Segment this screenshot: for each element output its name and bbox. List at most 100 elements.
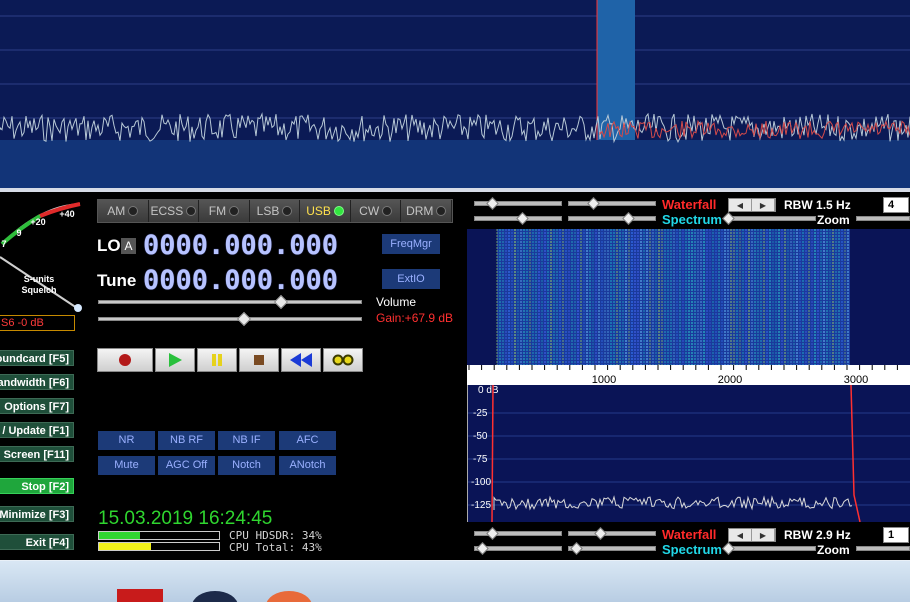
db-tick-50: -50 [473, 431, 488, 442]
stop-playback-button[interactable] [239, 348, 280, 372]
mode-cw-button[interactable]: CW [350, 200, 402, 222]
waterfall-graph [496, 229, 850, 365]
app-red-icon[interactable] [117, 589, 163, 602]
wf-slider-2[interactable] [568, 201, 656, 206]
notch-button[interactable]: Notch [218, 456, 275, 475]
wf-speed-arrows[interactable]: ◀ ▶ [728, 198, 776, 212]
db-tick-75: -75 [473, 454, 488, 465]
wf-number-box[interactable]: 4 [883, 197, 909, 213]
mode-label: USB [306, 204, 331, 218]
zoom-slider-knob[interactable] [722, 212, 735, 225]
exit-button[interactable]: Exit [F4] [0, 534, 74, 550]
waterfall-label: Waterfall [662, 527, 717, 542]
rbw-value: 1.5 Hz [816, 198, 851, 212]
frequency-axis[interactable]: 1000 2000 3000 [467, 365, 910, 386]
pause-button[interactable] [197, 348, 238, 372]
mode-fm-button[interactable]: FM [199, 200, 250, 222]
mode-drm-button[interactable]: DRM [401, 200, 453, 222]
tune-label: Tune [97, 271, 137, 290]
minimize-button[interactable]: Minimize [F3] [0, 506, 74, 522]
nb-if-button[interactable]: NB IF [218, 431, 275, 450]
freq-tick-3000: 3000 [844, 374, 868, 385]
mode-ecss-button[interactable]: ECSS [148, 200, 200, 222]
arrow-right-icon[interactable]: ▶ [752, 529, 775, 541]
rbw-caption: RBW [784, 528, 813, 542]
update-button[interactable]: / Update [F1] [0, 422, 74, 438]
lo-frequency[interactable]: 0000.000.000 [143, 230, 338, 261]
wf-slider-2-knob[interactable] [587, 197, 600, 210]
wf-slider-3-knob[interactable] [516, 212, 529, 225]
soundcard-button[interactable]: oundcard [F5] [0, 350, 74, 366]
mute-button[interactable]: Mute [98, 456, 155, 475]
volume-slider-knob[interactable] [273, 294, 289, 310]
stop-button[interactable]: Stop [F2] [0, 478, 74, 494]
sp-slider-4-knob[interactable] [570, 542, 583, 555]
nr-button[interactable]: NR [98, 431, 155, 450]
record-icon [119, 354, 132, 366]
anotch-button[interactable]: ANotch [279, 456, 336, 475]
led-icon [282, 206, 293, 216]
sp-slider-1-knob[interactable] [486, 527, 499, 540]
sp-zoom-slider[interactable] [728, 546, 816, 551]
led-icon [186, 206, 197, 216]
mode-usb-button[interactable]: USB [300, 200, 351, 222]
app-dark-circle-icon[interactable] [192, 591, 238, 602]
cpu-total-text: CPU Total: 43% [229, 541, 322, 554]
s-meter[interactable]: 7 9 +20 +40 S-units Squelch [0, 194, 92, 334]
freqmgr-button[interactable]: FreqMgr [382, 234, 440, 254]
sp-zoom-slider-2[interactable] [856, 546, 910, 551]
agc-button[interactable]: AGC Off [158, 456, 215, 475]
arrow-left-icon[interactable]: ◀ [729, 529, 752, 541]
meter-tick-40: +40 [59, 209, 75, 219]
mode-am-button[interactable]: AM [98, 200, 149, 222]
mode-label: ECSS [150, 204, 184, 218]
record-button[interactable] [97, 348, 154, 372]
options-button[interactable]: Options [F7] [0, 398, 74, 414]
loop-icon [332, 354, 354, 366]
top-separator [0, 188, 910, 192]
app-orange-circle-icon[interactable] [266, 591, 312, 602]
lo-label: LO [97, 236, 121, 255]
sp-speed-arrows[interactable]: ◀ ▶ [728, 528, 776, 542]
sp-slider-2-knob[interactable] [594, 527, 607, 540]
wf-slider-1-knob[interactable] [486, 197, 499, 210]
db-tick-25: -25 [473, 408, 488, 419]
freq-tick-1000: 1000 [592, 374, 616, 385]
extio-button[interactable]: ExtIO [382, 269, 440, 289]
mode-label: FM [208, 204, 227, 218]
waterfall-label: Waterfall [662, 197, 717, 212]
fullscreen-button[interactable]: Screen [F11] [0, 446, 74, 462]
mode-lsb-button[interactable]: LSB [249, 200, 301, 222]
db-tick-0: 0 dB [478, 385, 499, 396]
tune-frequency[interactable]: 0000.000.000 [143, 265, 338, 296]
lo-flag[interactable]: A [121, 238, 136, 254]
spectrum-controls: Waterfall Spectrum ◀ ▶ RBW 2.9 Hz Zoom 1 [472, 526, 910, 557]
wf-slider-4-knob[interactable] [622, 212, 635, 225]
sp-slider-3-knob[interactable] [476, 542, 489, 555]
top-spectrum-display[interactable] [0, 0, 910, 188]
spectrum-display[interactable]: 0 dB -25 -50 -75 -100 -125 [467, 385, 910, 522]
sp-zoom-slider-knob[interactable] [722, 542, 735, 555]
waterfall-display[interactable] [467, 229, 910, 365]
nb-rf-button[interactable]: NB RF [158, 431, 215, 450]
volume-slider[interactable] [98, 300, 362, 304]
gain-slider[interactable] [98, 317, 362, 321]
arrow-left-icon[interactable]: ◀ [729, 199, 752, 211]
mode-label: LSB [256, 204, 280, 218]
play-button[interactable] [155, 348, 196, 372]
gain-slider-knob[interactable] [236, 311, 252, 327]
loop-button[interactable] [323, 348, 363, 372]
mode-bar: AM ECSS FM LSB USB CW DRM [97, 199, 453, 223]
afc-button[interactable]: AFC [279, 431, 336, 450]
play-icon [169, 353, 183, 367]
bandwidth-button[interactable]: andwidth [F6] [0, 374, 74, 390]
sp-slider-2[interactable] [568, 531, 656, 536]
zoom-slider-2[interactable] [856, 216, 910, 221]
rewind-button[interactable] [281, 348, 322, 372]
wf-slider-4[interactable] [568, 216, 656, 221]
meter-caption-sunits: S-units [23, 274, 55, 284]
sp-number-box[interactable]: 1 [883, 527, 909, 543]
arrow-right-icon[interactable]: ▶ [752, 199, 775, 211]
zoom-slider[interactable] [728, 216, 816, 221]
led-icon [333, 206, 344, 216]
